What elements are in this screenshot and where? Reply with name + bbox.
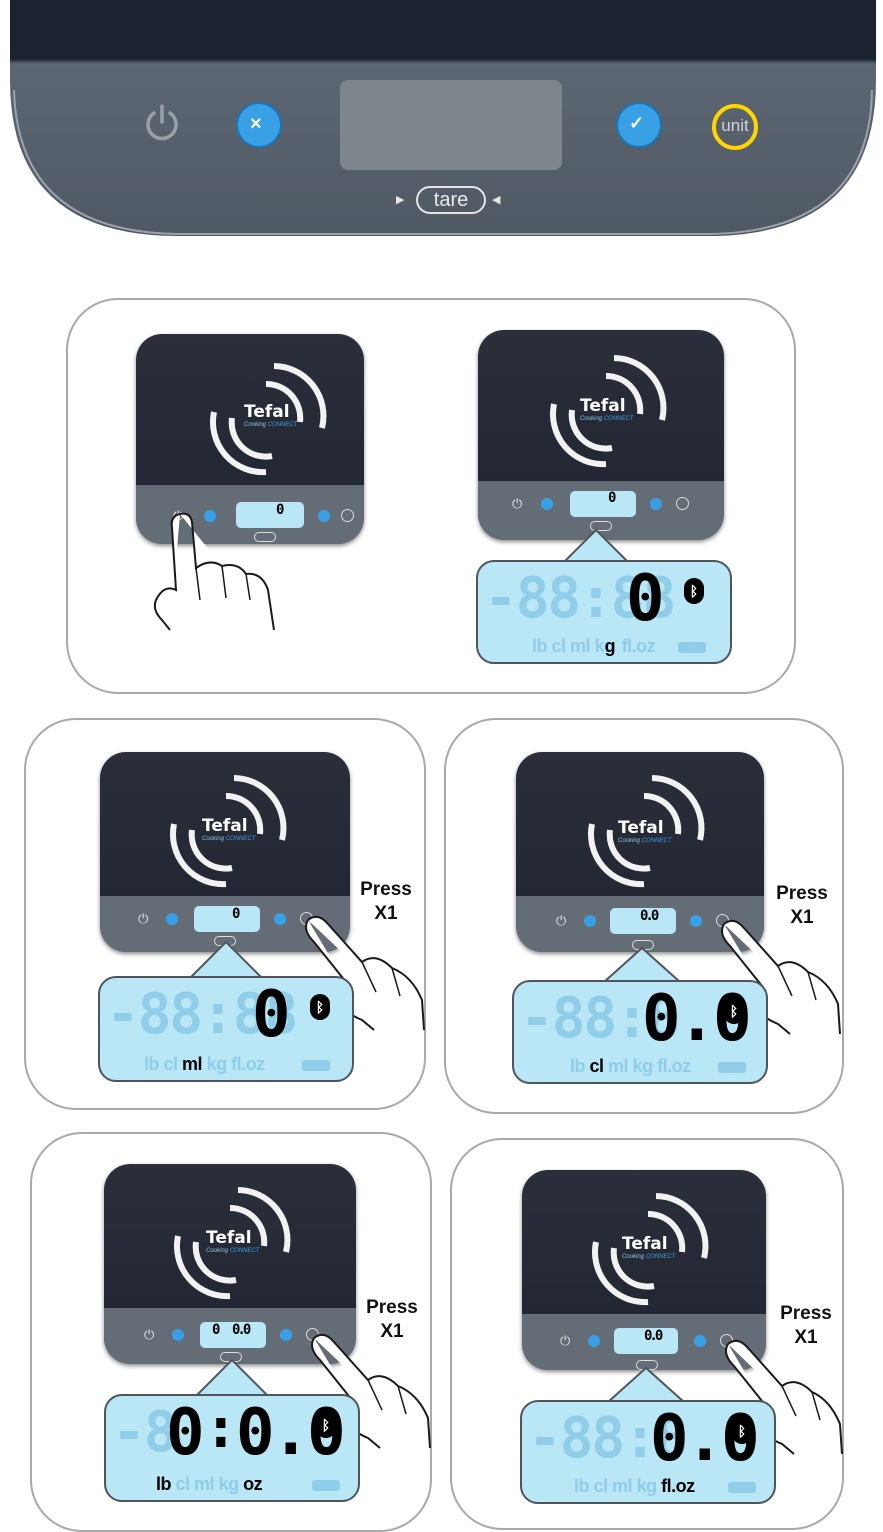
battery-icon [302, 1060, 330, 1071]
active-unit: fl.oz [661, 1476, 695, 1496]
bluetooth-icon: ᛒ [316, 1412, 336, 1438]
separator: : [204, 1396, 238, 1461]
display-window [340, 80, 562, 170]
unit-button [341, 509, 354, 522]
close-icon: × [250, 113, 262, 135]
power-button[interactable] [140, 100, 184, 144]
brand-tagline: Cooking CONNECT [206, 1248, 260, 1254]
weight-reading: 0 [252, 978, 290, 1052]
mini-reading: 0 [608, 490, 617, 506]
arrow-left-icon: ◀ [492, 194, 501, 206]
lcd-zoom-display: -8 0 : 0.0 ᛒ lb cl ml kg oz [104, 1394, 360, 1502]
tare-button[interactable]: tare [416, 186, 486, 214]
lcd-zoom-display: -88:8 0.0 ᛒ lb cl ml kg fl.oz [520, 1400, 776, 1504]
active-unit: cl [589, 1056, 605, 1076]
mini-display [570, 491, 636, 517]
brand-tagline: Cooking CONNECT [202, 836, 256, 842]
unit-button[interactable]: unit [712, 104, 758, 150]
confirm-button [694, 1335, 706, 1347]
mini-reading: 0 [232, 906, 241, 922]
callout-pointer [187, 940, 265, 980]
mini-reading-lb: 0 [212, 1322, 221, 1338]
battery-icon [718, 1062, 746, 1073]
check-icon: ✓ [629, 113, 645, 133]
callout-pointer [193, 1358, 271, 1398]
unit-label: unit [721, 116, 749, 135]
cancel-button [588, 1335, 600, 1347]
power-icon: ⏻ [138, 911, 149, 926]
power-icon: ⏻ [144, 1327, 155, 1342]
confirm-button [690, 915, 702, 927]
confirm-button [274, 913, 286, 925]
brand-logo: Tefal [206, 1228, 252, 1248]
brand-tagline: Cooking CONNECT [618, 838, 672, 844]
unit-indicators: lb cl ml kg oz [156, 1474, 263, 1494]
brand-logo: Tefal [618, 818, 664, 838]
cancel-button [166, 913, 178, 925]
arrow-right-icon: ▶ [396, 194, 405, 206]
unit-indicators: lb cl ml kg fl.oz [574, 1476, 695, 1496]
power-icon: ⏻ [560, 1333, 571, 1348]
brand-tagline: Cooking CONNECT [580, 416, 634, 422]
brand-logo: Tefal [580, 396, 626, 416]
power-icon [140, 100, 184, 144]
active-unit: g [604, 636, 616, 656]
mini-reading: 0.0 [640, 908, 659, 924]
unit-indicators: lb cl ml kg fl.oz [570, 1056, 691, 1076]
battery-icon [728, 1482, 756, 1493]
power-icon: ⏻ [556, 913, 567, 928]
cancel-button[interactable]: × [236, 102, 282, 148]
power-icon: ⏻ [512, 496, 523, 511]
cancel-button [172, 1329, 184, 1341]
callout-pointer [607, 1366, 685, 1402]
brand-logo: Tefal [244, 402, 290, 422]
tare-label: tare [433, 189, 469, 211]
brand-logo: Tefal [622, 1234, 668, 1254]
active-unit: ml [182, 1054, 203, 1074]
bluetooth-icon: ᛒ [732, 1418, 752, 1444]
active-unit-oz: oz [243, 1474, 263, 1494]
unit-indicators: lb cl ml kg fl.oz [144, 1054, 265, 1074]
confirm-button[interactable]: ✓ [616, 102, 662, 148]
bluetooth-icon: ᛒ [724, 998, 744, 1024]
battery-icon [312, 1480, 340, 1491]
mini-reading: 0.0 [644, 1328, 663, 1344]
lcd-zoom-display: -88:88 0 ᛒ lb cl ml kgg fl.oz [476, 560, 732, 664]
brand-tagline: Cooking CONNECT [244, 422, 298, 428]
mini-display [194, 906, 260, 932]
cancel-button [584, 915, 596, 927]
finger-press-illustration [153, 512, 275, 631]
confirm-button [650, 498, 662, 510]
unit-indicators: lb cl ml kgg fl.oz [532, 636, 656, 656]
brand-tagline: Cooking CONNECT [622, 1254, 676, 1260]
confirm-button [280, 1329, 292, 1341]
mini-reading-oz: 0.0 [232, 1322, 251, 1338]
cancel-button [541, 498, 553, 510]
battery-icon [678, 642, 706, 653]
active-unit-lb: lb [156, 1474, 172, 1494]
bluetooth-icon: ᛒ [310, 994, 330, 1020]
confirm-button [318, 510, 330, 522]
weight-reading: 0 [626, 562, 664, 636]
brand-logo: Tefal [202, 816, 248, 836]
lcd-zoom-display: -88:88 0 ᛒ lb cl ml kg fl.oz [98, 976, 354, 1082]
callout-pointer [603, 946, 681, 982]
lcd-zoom-display: -88:8 0.0 ᛒ lb cl ml kg fl.oz [512, 980, 768, 1084]
weight-reading-lb: 0 [166, 1396, 204, 1470]
scale-control-panel: × ✓ unit tare ▶ ◀ [8, 0, 878, 240]
unit-button [676, 497, 689, 510]
bluetooth-icon: ᛒ [684, 578, 704, 604]
